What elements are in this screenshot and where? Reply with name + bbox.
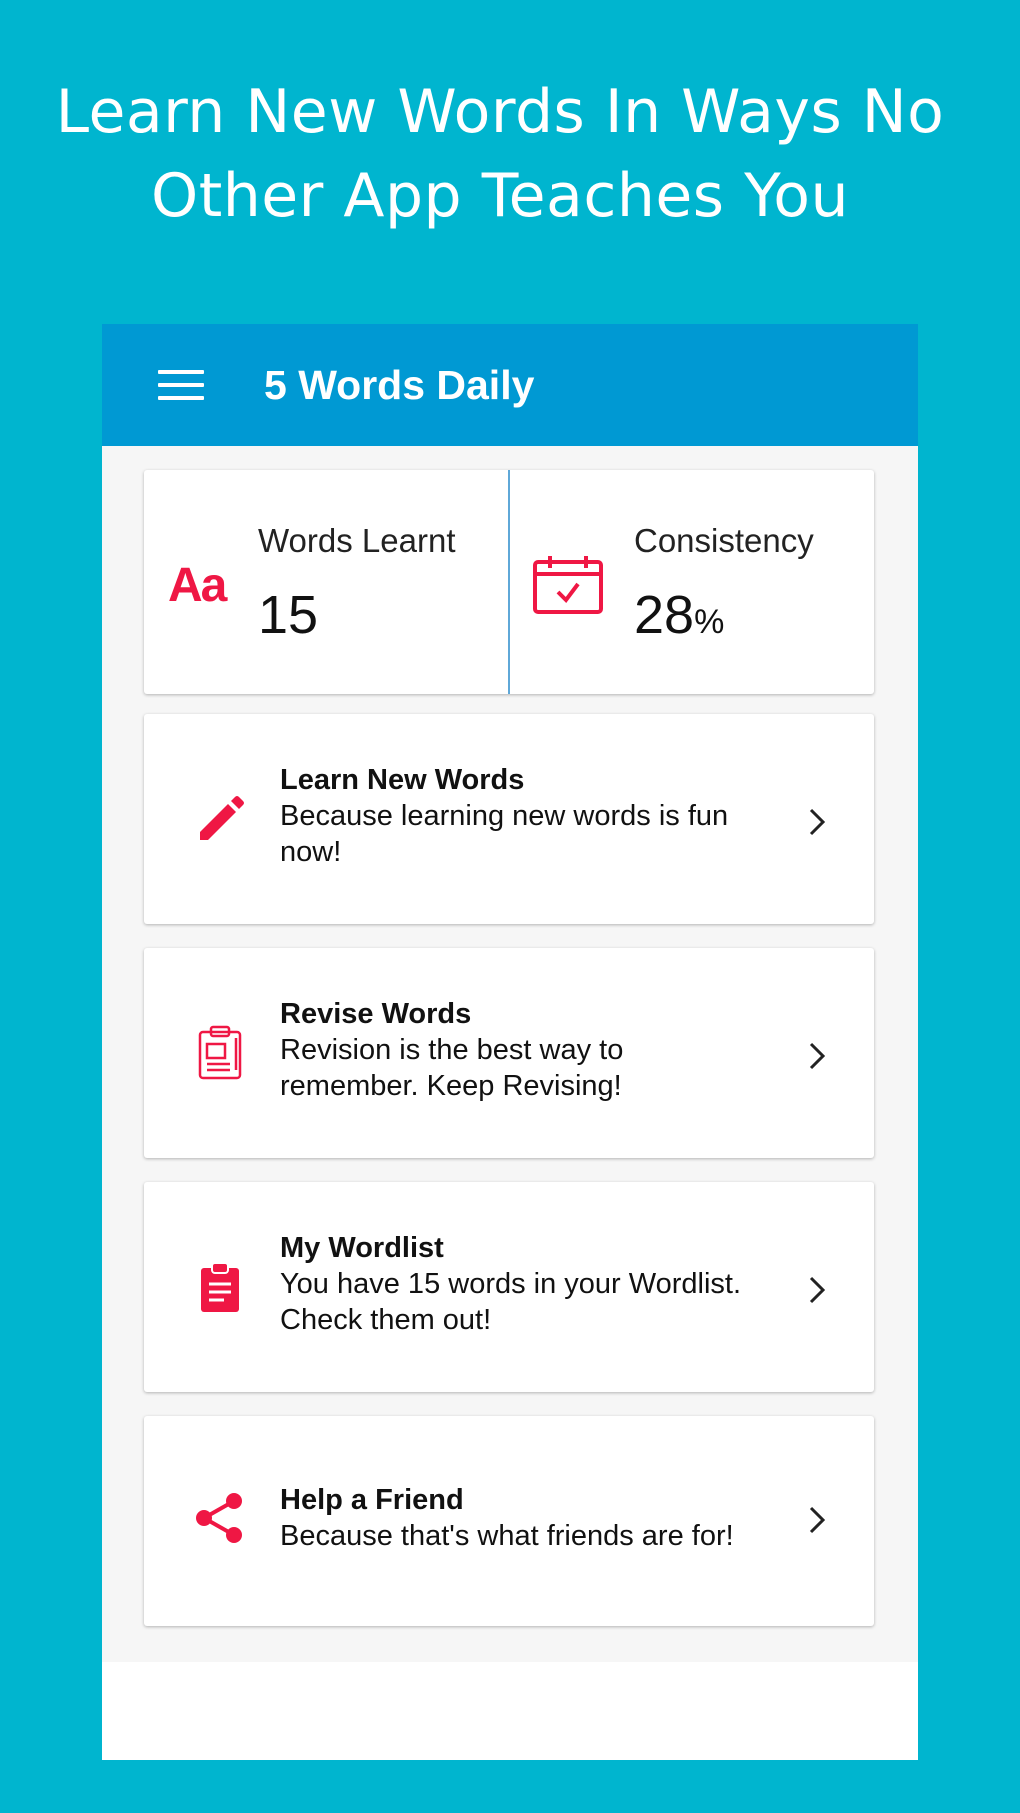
help-a-friend-text: Help a Friend Because that's what friend… bbox=[280, 1482, 820, 1554]
menu-title: Help a Friend bbox=[280, 1484, 464, 1516]
phone-screen: 5 Words Daily Aa Words Learnt 15 Consist… bbox=[102, 324, 918, 1760]
headline-line-1: Learn New Words In Ways No bbox=[55, 77, 945, 147]
headline-line-2: Other App Teaches You bbox=[150, 161, 850, 231]
text-aa-icon: Aa bbox=[168, 559, 227, 612]
revise-words-card[interactable]: Revise Words Revision is the best way to… bbox=[144, 948, 874, 1158]
menu-description-line-2: remember. Keep Revising! bbox=[280, 1070, 622, 1102]
clipboard-outline-icon bbox=[198, 1025, 242, 1080]
chevron-right-icon bbox=[809, 1506, 826, 1534]
consistency-label: Consistency bbox=[634, 522, 814, 559]
consistency-value: 28% bbox=[634, 584, 724, 646]
revise-words-text: Revise Words Revision is the best way to… bbox=[280, 996, 800, 1104]
main-content: Aa Words Learnt 15 Consistency 28% Learn… bbox=[102, 446, 918, 1662]
menu-description-line-1: Because that's what friends are for! bbox=[280, 1520, 734, 1552]
calendar-check-icon bbox=[533, 556, 603, 614]
menu-description-line-2: now! bbox=[280, 836, 342, 868]
chevron-right-icon bbox=[809, 808, 826, 836]
menu-title: Learn New Words bbox=[280, 764, 525, 796]
menu-description-line-1: Revision is the best way to bbox=[280, 1034, 624, 1066]
learn-new-words-text: Learn New Words Because learning new wor… bbox=[280, 762, 800, 870]
words-learnt-value: 15 bbox=[258, 585, 319, 645]
chevron-right-icon bbox=[809, 1042, 826, 1070]
menu-description-line-1: Because learning new words is fun bbox=[280, 800, 729, 832]
menu-title: Revise Words bbox=[280, 998, 472, 1030]
clipboard-list-icon bbox=[201, 1262, 239, 1312]
hamburger-menu-icon[interactable] bbox=[158, 370, 204, 400]
share-icon bbox=[196, 1493, 242, 1543]
my-wordlist-text: My Wordlist You have 15 words in your Wo… bbox=[280, 1230, 820, 1338]
app-title: 5 Words Daily bbox=[264, 362, 535, 408]
menu-title: My Wordlist bbox=[280, 1232, 444, 1264]
bottom-area bbox=[102, 1662, 918, 1760]
consistency-unit: % bbox=[694, 603, 725, 641]
help-a-friend-card[interactable]: Help a Friend Because that's what friend… bbox=[144, 1416, 874, 1626]
pencil-icon bbox=[200, 796, 244, 840]
learn-new-words-card[interactable]: Learn New Words Because learning new wor… bbox=[144, 714, 874, 924]
words-learnt-label: Words Learnt bbox=[258, 522, 456, 559]
chevron-right-icon bbox=[809, 1276, 826, 1304]
stats-card: Aa Words Learnt 15 Consistency 28% bbox=[144, 470, 874, 694]
words-learnt-stat: Aa Words Learnt 15 bbox=[144, 470, 508, 694]
my-wordlist-card[interactable]: My Wordlist You have 15 words in your Wo… bbox=[144, 1182, 874, 1392]
consistency-stat: Consistency 28% bbox=[510, 470, 874, 694]
consistency-number: 28 bbox=[634, 585, 695, 645]
app-bar: 5 Words Daily bbox=[102, 324, 918, 446]
menu-description-line-2: Check them out! bbox=[280, 1304, 492, 1336]
headline: Learn New Words In Ways No Other App Tea… bbox=[0, 70, 1000, 238]
menu-description-line-1: You have 15 words in your Wordlist. bbox=[280, 1268, 742, 1300]
